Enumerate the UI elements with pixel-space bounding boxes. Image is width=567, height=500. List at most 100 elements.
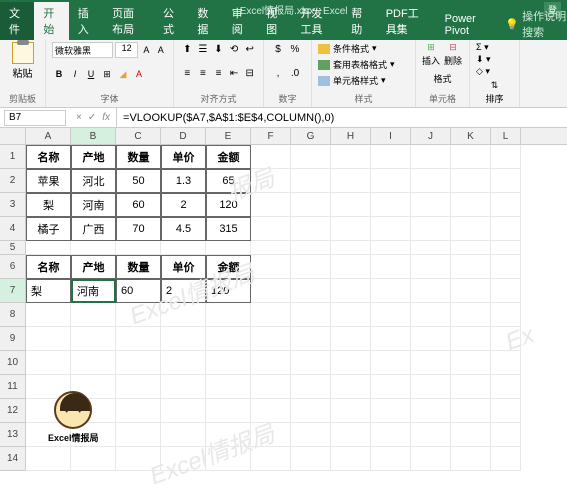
cell[interactable]: [491, 351, 521, 375]
col-header[interactable]: G: [291, 128, 331, 144]
cell[interactable]: [491, 169, 521, 193]
cell[interactable]: [411, 327, 451, 351]
format-cells-button[interactable]: 格式: [422, 72, 463, 85]
cell[interactable]: [291, 193, 331, 217]
paste-button[interactable]: 粘贴: [6, 42, 39, 80]
cell[interactable]: [116, 375, 161, 399]
cell[interactable]: [291, 279, 331, 303]
col-header[interactable]: F: [251, 128, 291, 144]
cell[interactable]: [331, 399, 371, 423]
cell[interactable]: [371, 241, 411, 255]
row-header[interactable]: 2: [0, 169, 26, 193]
tab-help[interactable]: 帮助: [342, 2, 376, 40]
cell[interactable]: [251, 423, 291, 447]
cell[interactable]: [206, 423, 251, 447]
cell[interactable]: 120: [206, 279, 251, 303]
percent-icon[interactable]: %: [287, 42, 303, 56]
cell[interactable]: [331, 217, 371, 241]
cell[interactable]: 4.5: [161, 217, 206, 241]
align-bottom-icon[interactable]: ⬇: [211, 42, 226, 56]
cell[interactable]: [331, 279, 371, 303]
cancel-icon[interactable]: ×: [76, 112, 82, 123]
name-box[interactable]: B7: [4, 110, 66, 126]
cell[interactable]: [26, 241, 71, 255]
fill-color-button[interactable]: ◢: [116, 67, 130, 81]
cell[interactable]: [491, 375, 521, 399]
cell[interactable]: [251, 375, 291, 399]
cell[interactable]: [491, 193, 521, 217]
cell[interactable]: [371, 327, 411, 351]
cell[interactable]: [161, 351, 206, 375]
cell[interactable]: [331, 447, 371, 471]
cell[interactable]: [331, 375, 371, 399]
cell[interactable]: 60: [116, 279, 161, 303]
select-all-corner[interactable]: [0, 128, 26, 144]
cell[interactable]: [291, 169, 331, 193]
insert-cells-button[interactable]: ⊞插入: [422, 42, 440, 67]
cell[interactable]: [331, 193, 371, 217]
tab-pdf[interactable]: PDF工具集: [377, 2, 436, 40]
cell[interactable]: [251, 279, 291, 303]
cell[interactable]: [251, 169, 291, 193]
cell[interactable]: [411, 375, 451, 399]
cell[interactable]: 产地: [71, 145, 116, 169]
row-header[interactable]: 4: [0, 217, 26, 241]
decimal-inc-icon[interactable]: .0: [287, 66, 303, 80]
row-header[interactable]: 7: [0, 279, 26, 303]
cell[interactable]: [411, 399, 451, 423]
cell[interactable]: [161, 327, 206, 351]
row-header[interactable]: 3: [0, 193, 26, 217]
align-left-icon[interactable]: ≡: [180, 66, 195, 80]
row-header[interactable]: 12: [0, 399, 26, 423]
col-header[interactable]: I: [371, 128, 411, 144]
cell[interactable]: [161, 447, 206, 471]
tab-dev[interactable]: 开发工具: [292, 2, 343, 40]
cell[interactable]: [491, 327, 521, 351]
col-header[interactable]: J: [411, 128, 451, 144]
cell[interactable]: [291, 447, 331, 471]
table-format-button[interactable]: 套用表格格式▾: [318, 58, 409, 71]
cell[interactable]: 河南: [71, 193, 116, 217]
cell[interactable]: 数量: [116, 145, 161, 169]
cell[interactable]: 梨: [26, 193, 71, 217]
cell[interactable]: [26, 327, 71, 351]
cell[interactable]: 苹果: [26, 169, 71, 193]
formula-bar[interactable]: =VLOOKUP($A7,$A$1:$E$4,COLUMN(),0): [116, 108, 567, 127]
cell[interactable]: [371, 447, 411, 471]
cell[interactable]: [161, 423, 206, 447]
cell[interactable]: [331, 169, 371, 193]
cell[interactable]: [451, 169, 491, 193]
cell[interactable]: [116, 327, 161, 351]
cell[interactable]: [291, 241, 331, 255]
align-top-icon[interactable]: ⬆: [180, 42, 195, 56]
cell[interactable]: [411, 279, 451, 303]
cell[interactable]: [491, 217, 521, 241]
merge-button[interactable]: ⊟: [242, 66, 257, 80]
wrap-text-icon[interactable]: ↩: [242, 42, 257, 56]
cell[interactable]: [451, 375, 491, 399]
cell[interactable]: 数量: [116, 255, 161, 279]
tell-me[interactable]: 💡操作说明搜索: [505, 8, 567, 40]
cell[interactable]: [116, 351, 161, 375]
shrink-font-icon[interactable]: A: [155, 43, 167, 57]
cell[interactable]: [491, 145, 521, 169]
cell[interactable]: [161, 303, 206, 327]
cell[interactable]: [491, 303, 521, 327]
cell[interactable]: [491, 279, 521, 303]
cell[interactable]: [251, 217, 291, 241]
cell[interactable]: 金额: [206, 145, 251, 169]
tab-data[interactable]: 数据: [188, 2, 222, 40]
cell[interactable]: [411, 193, 451, 217]
cell[interactable]: [251, 303, 291, 327]
cell[interactable]: 120: [206, 193, 251, 217]
cell[interactable]: [331, 303, 371, 327]
cell[interactable]: 金额: [206, 255, 251, 279]
cell[interactable]: [116, 423, 161, 447]
accept-icon[interactable]: ✓: [88, 112, 96, 123]
cell[interactable]: [291, 303, 331, 327]
cell[interactable]: 50: [116, 169, 161, 193]
cell[interactable]: [451, 327, 491, 351]
cell[interactable]: [116, 303, 161, 327]
cell[interactable]: [291, 145, 331, 169]
cell[interactable]: [291, 255, 331, 279]
